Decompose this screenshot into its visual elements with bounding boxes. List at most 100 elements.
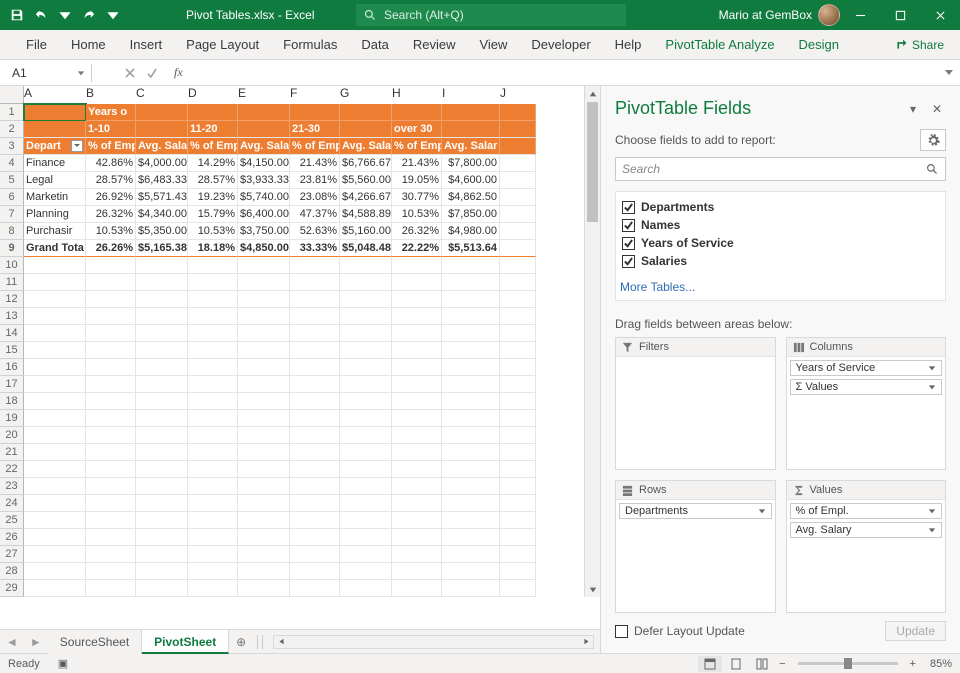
row-header[interactable]: 11: [0, 274, 24, 291]
cell[interactable]: [500, 240, 536, 257]
cell[interactable]: [136, 580, 188, 597]
cell[interactable]: [392, 291, 442, 308]
cell[interactable]: [290, 410, 340, 427]
row-header[interactable]: 10: [0, 257, 24, 274]
cell[interactable]: [238, 580, 290, 597]
sheet-tab-pivot[interactable]: PivotSheet: [142, 630, 229, 654]
undo-icon[interactable]: [30, 4, 52, 26]
cell[interactable]: [136, 257, 188, 274]
cell[interactable]: [188, 104, 238, 121]
cell[interactable]: [136, 291, 188, 308]
cell[interactable]: [136, 342, 188, 359]
cell[interactable]: [188, 359, 238, 376]
tab-design[interactable]: Design: [787, 30, 851, 60]
cell[interactable]: $5,160.00: [340, 223, 392, 240]
cell[interactable]: [442, 104, 500, 121]
cell[interactable]: [392, 444, 442, 461]
cell[interactable]: [86, 495, 136, 512]
fields-search[interactable]: Search: [615, 157, 946, 181]
cell[interactable]: [500, 257, 536, 274]
tab-home[interactable]: Home: [59, 30, 118, 60]
cell[interactable]: 47.37%: [290, 206, 340, 223]
cell[interactable]: [290, 274, 340, 291]
cell[interactable]: [24, 529, 86, 546]
add-sheet-button[interactable]: ⊕: [229, 635, 253, 649]
cell[interactable]: [340, 529, 392, 546]
cell[interactable]: [340, 325, 392, 342]
cell[interactable]: [136, 104, 188, 121]
cell[interactable]: [136, 478, 188, 495]
row-header[interactable]: 17: [0, 376, 24, 393]
cell[interactable]: [24, 580, 86, 597]
cell[interactable]: [188, 546, 238, 563]
cell[interactable]: [24, 308, 86, 325]
cell[interactable]: $4,266.67: [340, 189, 392, 206]
cell[interactable]: [500, 172, 536, 189]
cell[interactable]: $3,933.33: [238, 172, 290, 189]
cell[interactable]: [442, 563, 500, 580]
cell[interactable]: [392, 512, 442, 529]
active-cell[interactable]: [24, 104, 86, 121]
cell[interactable]: Years o: [86, 104, 136, 121]
row-header[interactable]: 8: [0, 223, 24, 240]
cell[interactable]: $6,766.67: [340, 155, 392, 172]
field-departments[interactable]: Departments: [620, 198, 941, 216]
cell[interactable]: % of Empl: [188, 138, 238, 155]
cell[interactable]: [340, 257, 392, 274]
cell[interactable]: [188, 291, 238, 308]
tab-review[interactable]: Review: [401, 30, 468, 60]
cell[interactable]: [340, 427, 392, 444]
cell[interactable]: [392, 342, 442, 359]
cell[interactable]: 10.53%: [392, 206, 442, 223]
macro-record-icon[interactable]: ▣: [58, 657, 68, 670]
cell[interactable]: [24, 376, 86, 393]
cell[interactable]: [500, 138, 536, 155]
cell[interactable]: 15.79%: [188, 206, 238, 223]
col-header[interactable]: G: [340, 86, 392, 104]
cell[interactable]: 26.32%: [392, 223, 442, 240]
cell[interactable]: [188, 257, 238, 274]
cell[interactable]: Avg. Salar: [238, 138, 290, 155]
cell[interactable]: [392, 427, 442, 444]
cell[interactable]: [86, 546, 136, 563]
cell[interactable]: [188, 580, 238, 597]
formula-bar-expand[interactable]: [944, 66, 954, 80]
area-rows[interactable]: Rows Departments: [615, 480, 776, 613]
cell[interactable]: [86, 308, 136, 325]
cell[interactable]: [238, 325, 290, 342]
cell[interactable]: % of Empl: [392, 138, 442, 155]
cell[interactable]: [136, 121, 188, 138]
cell[interactable]: [86, 325, 136, 342]
cell[interactable]: % of Empl: [290, 138, 340, 155]
tab-formulas[interactable]: Formulas: [271, 30, 349, 60]
cell[interactable]: [442, 342, 500, 359]
cell[interactable]: [86, 410, 136, 427]
cell[interactable]: Avg. Salar: [340, 138, 392, 155]
cell[interactable]: [340, 461, 392, 478]
cell[interactable]: [340, 495, 392, 512]
vertical-scrollbar[interactable]: [584, 86, 600, 597]
cell[interactable]: [442, 495, 500, 512]
cell[interactable]: Finance: [24, 155, 86, 172]
field-names[interactable]: Names: [620, 216, 941, 234]
cell[interactable]: 21.43%: [290, 155, 340, 172]
cell[interactable]: [290, 427, 340, 444]
cell[interactable]: $4,340.00: [136, 206, 188, 223]
cell[interactable]: [500, 478, 536, 495]
cell[interactable]: 28.57%: [86, 172, 136, 189]
area-values[interactable]: Values % of Empl. Avg. Salary: [786, 480, 947, 613]
cell[interactable]: [238, 274, 290, 291]
select-all-corner[interactable]: [0, 86, 24, 104]
redo-icon[interactable]: [78, 4, 100, 26]
cell[interactable]: $4,600.00: [442, 172, 500, 189]
cell[interactable]: [86, 257, 136, 274]
cell[interactable]: [188, 495, 238, 512]
cell[interactable]: [238, 546, 290, 563]
cell[interactable]: [290, 563, 340, 580]
cell[interactable]: [238, 495, 290, 512]
row-header[interactable]: 1: [0, 104, 24, 121]
zoom-in-button[interactable]: +: [906, 658, 920, 670]
cell[interactable]: $4,850.00: [238, 240, 290, 257]
cell[interactable]: over 30: [392, 121, 442, 138]
row-header[interactable]: 28: [0, 563, 24, 580]
